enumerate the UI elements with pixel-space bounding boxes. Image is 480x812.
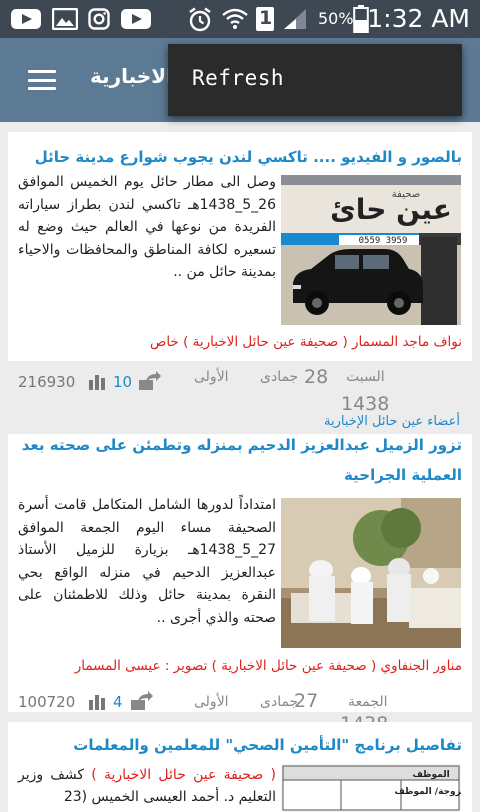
date-day-name: السبت bbox=[346, 369, 385, 385]
news-feed[interactable]: بالصور و الفيديو .... تاكسي لندن يجوب شو… bbox=[8, 132, 472, 812]
bar-chart-icon bbox=[89, 375, 105, 390]
overflow-menu: Refresh bbox=[168, 44, 462, 116]
article-title[interactable]: تفاصيل برنامج "التأمين الصحي" للمعلمين و… bbox=[8, 722, 472, 760]
article-meta: 216930 10 الأولى جمادى 28 السبت 1438 bbox=[8, 366, 472, 415]
wifi-icon bbox=[222, 8, 248, 29]
article-thumbnail[interactable]: الموظف الزوجة/ الموظف bbox=[281, 764, 461, 812]
hamburger-icon[interactable] bbox=[28, 70, 56, 90]
category-link[interactable]: أعضاء عين حائل الإخبارية bbox=[324, 414, 460, 429]
article-title[interactable]: تزور الزميل عبدالعزيز الدحيم بمنزله وتطم… bbox=[8, 430, 472, 490]
share-icon[interactable] bbox=[130, 691, 154, 711]
date-month-qualifier: الأولى bbox=[194, 694, 229, 710]
menu-item-refresh[interactable]: Refresh bbox=[192, 66, 284, 90]
shares-count: 10 bbox=[113, 373, 133, 391]
article-thumbnail[interactable]: صحيفة عين حائ 0559 3959 bbox=[281, 175, 461, 325]
article-title[interactable]: بالصور و الفيديو .... تاكسي لندن يجوب شو… bbox=[8, 132, 472, 172]
article-thumbnail[interactable] bbox=[281, 498, 461, 648]
sim-number: 1 bbox=[259, 7, 273, 29]
date-day: 28 bbox=[304, 366, 329, 388]
taxi-photo: صحيفة عين حائ 0559 3959 bbox=[281, 175, 461, 325]
article-card[interactable]: بالصور و الفيديو .... تاكسي لندن يجوب شو… bbox=[8, 132, 472, 361]
table-col-text: الزوجة/ الموظف bbox=[394, 787, 461, 797]
sim-icon: 1 bbox=[256, 7, 274, 31]
article-excerpt: وصل الى مطار حائل يوم الخميس الموافق 26_… bbox=[18, 174, 276, 281]
instagram-icon bbox=[88, 8, 110, 30]
signal-icon bbox=[284, 9, 306, 29]
visit-photo bbox=[281, 498, 461, 648]
article-byline: مناور الجنفاوي ( صحيفة عين حائل الاخباري… bbox=[74, 658, 462, 674]
sign-phone: 0559 3959 bbox=[359, 236, 408, 246]
date-month-qualifier: الأولى bbox=[194, 369, 229, 385]
shares-count: 4 bbox=[113, 693, 123, 711]
date-day: 27 bbox=[294, 690, 319, 712]
date-month: جمادى bbox=[260, 694, 299, 710]
youtube-icon bbox=[11, 9, 41, 29]
article-excerpt: ( صحيفة عين حائل الاخبارية ) كشف وزير ال… bbox=[18, 764, 276, 808]
views-count: 100720 bbox=[18, 693, 76, 711]
sign-text: عين حائ bbox=[330, 193, 452, 226]
app-title: الاخبارية bbox=[90, 64, 173, 88]
bar-chart-icon bbox=[89, 695, 105, 710]
article-card[interactable]: أعضاء عين حائل الإخبارية تزور الزميل عبد… bbox=[8, 412, 472, 712]
share-icon[interactable] bbox=[138, 371, 162, 391]
table-photo: الموظف الزوجة/ الموظف bbox=[281, 764, 461, 812]
alarm-icon bbox=[189, 7, 211, 32]
views-count: 216930 bbox=[18, 373, 76, 391]
article-byline: ( صحيفة عين حائل الاخبارية ) bbox=[91, 767, 277, 783]
article-card[interactable]: تفاصيل برنامج "التأمين الصحي" للمعلمين و… bbox=[8, 722, 472, 812]
date-month: جمادى bbox=[260, 369, 299, 385]
clock: 1:32 AM bbox=[367, 4, 470, 33]
table-header-text: الموظف bbox=[412, 770, 449, 780]
status-bar: 1 50% 1:32 AM bbox=[0, 0, 480, 38]
battery-percent: 50% bbox=[318, 9, 354, 28]
image-icon bbox=[52, 8, 78, 30]
youtube-icon bbox=[121, 9, 151, 29]
article-byline: نواف ماجد المسمار ( صحيفة عين حائل الاخب… bbox=[150, 334, 462, 350]
article-excerpt: امتداداً لدورها الشامل المتكامل قامت أسر… bbox=[18, 497, 276, 626]
date-day-name: الجمعة bbox=[348, 694, 388, 710]
